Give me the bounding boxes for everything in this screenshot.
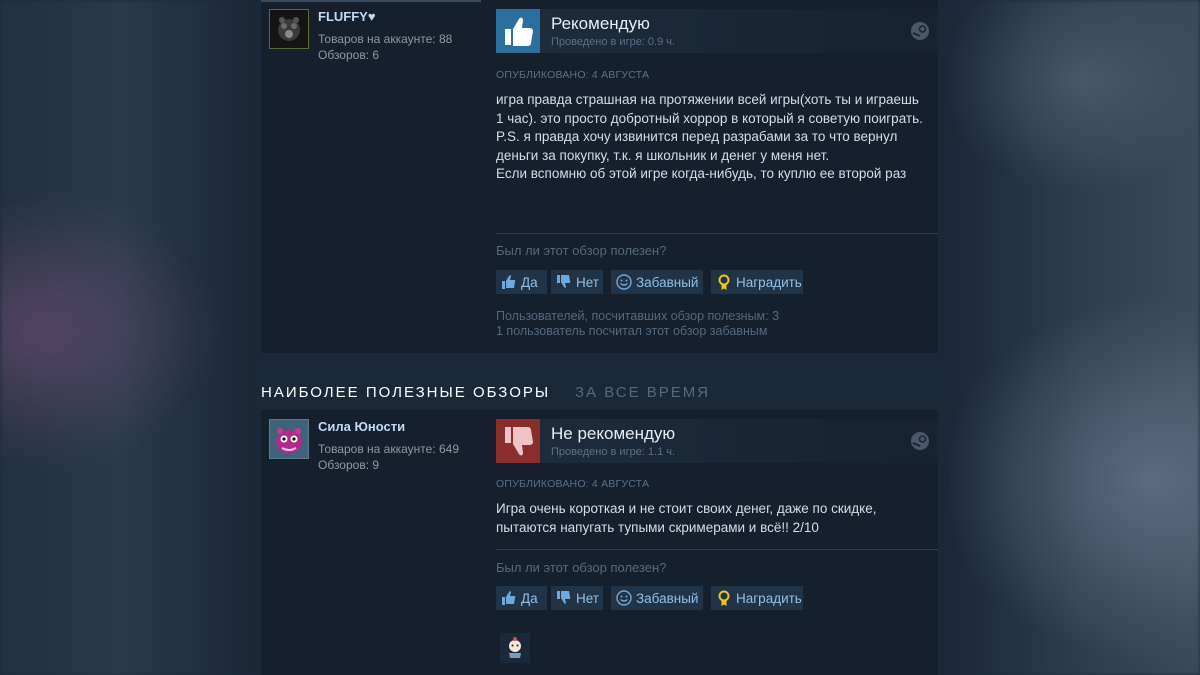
- reviews-count[interactable]: Обзоров: 9: [318, 458, 379, 472]
- review-header[interactable]: Рекомендую Проведено в игре: 0.9 ч.: [496, 9, 938, 53]
- avatar[interactable]: [269, 9, 309, 49]
- products-count[interactable]: Товаров на аккаунте: 649: [318, 442, 459, 456]
- username-link[interactable]: FLUFFY♥: [318, 9, 376, 24]
- award-button[interactable]: Наградить: [711, 270, 803, 294]
- review-body: Игра очень короткая и не стоит своих ден…: [496, 500, 926, 537]
- received-award-icon[interactable]: [500, 633, 530, 663]
- avatar[interactable]: [269, 419, 309, 459]
- vote-no-label: Нет: [576, 590, 599, 606]
- vote-funny-button[interactable]: Забавный: [611, 270, 703, 294]
- thumbs-down-icon: [496, 419, 540, 463]
- steam-icon: [910, 21, 930, 41]
- vote-funny-button[interactable]: Забавный: [611, 586, 703, 610]
- divider: [496, 549, 938, 550]
- award-label: Наградить: [736, 274, 802, 290]
- review-verdict[interactable]: Не рекомендую: [551, 424, 675, 444]
- review-body: игра правда страшная на протяжении всей …: [496, 91, 926, 184]
- smile-icon: [616, 274, 632, 290]
- smile-icon: [616, 590, 632, 606]
- review-verdict[interactable]: Рекомендую: [551, 14, 650, 34]
- divider: [261, 0, 481, 2]
- playtime: Проведено в игре: 0.9 ч.: [551, 36, 676, 48]
- helpful-question: Был ли этот обзор полезен?: [496, 243, 667, 258]
- review-paragraph: Игра очень короткая и не стоит своих ден…: [496, 501, 877, 535]
- review-paragraph: Если вспомню об этой игре когда-нибудь, …: [496, 166, 907, 181]
- vote-yes-button[interactable]: Да: [496, 270, 547, 294]
- section-title: НАИБОЛЕЕ ПОЛЕЗНЫЕ ОБЗОРЫ: [261, 384, 551, 401]
- divider: [496, 233, 938, 234]
- playtime: Проведено в игре: 1.1 ч.: [551, 446, 676, 458]
- steam-icon: [910, 431, 930, 451]
- thumbs-down-icon: [557, 275, 571, 288]
- thumbs-up-icon: [502, 275, 516, 289]
- vote-yes-label: Да: [521, 274, 538, 290]
- vote-funny-label: Забавный: [636, 274, 699, 290]
- products-count[interactable]: Товаров на аккаунте: 88: [318, 32, 452, 46]
- review-card: Сила Юности Товаров на аккаунте: 649 Обз…: [261, 410, 938, 675]
- review-paragraph: игра правда страшная на протяжении всей …: [496, 92, 923, 126]
- thumbs-up-icon: [502, 591, 516, 605]
- thumbs-up-icon: [496, 9, 540, 53]
- award-icon: [718, 590, 730, 606]
- username-link[interactable]: Сила Юности: [318, 419, 405, 434]
- posted-date: Опубликовано: 4 августа: [496, 69, 650, 81]
- reviews-count[interactable]: Обзоров: 6: [318, 48, 379, 62]
- posted-date: Опубликовано: 4 августа: [496, 478, 650, 490]
- section-filter[interactable]: ЗА ВСЕ ВРЕМЯ: [575, 384, 710, 401]
- funny-count: 1 пользователь посчитал этот обзор забав…: [496, 324, 768, 338]
- helpful-question: Был ли этот обзор полезен?: [496, 560, 667, 575]
- award-icon: [718, 274, 730, 290]
- vote-no-button[interactable]: Нет: [551, 586, 603, 610]
- award-button[interactable]: Наградить: [711, 586, 803, 610]
- review-paragraph: P.S. я правда хочу извинится перед разра…: [496, 129, 898, 163]
- review-header[interactable]: Не рекомендую Проведено в игре: 1.1 ч.: [496, 419, 938, 463]
- helpful-count: Пользователей, посчитавших обзор полезны…: [496, 309, 780, 323]
- award-label: Наградить: [736, 590, 802, 606]
- vote-no-label: Нет: [576, 274, 599, 290]
- vote-yes-label: Да: [521, 590, 538, 606]
- thumbs-down-icon: [557, 591, 571, 604]
- review-card: FLUFFY♥ Товаров на аккаунте: 88 Обзоров:…: [261, 0, 938, 353]
- vote-yes-button[interactable]: Да: [496, 586, 547, 610]
- vote-funny-label: Забавный: [636, 590, 699, 606]
- vote-no-button[interactable]: Нет: [551, 270, 603, 294]
